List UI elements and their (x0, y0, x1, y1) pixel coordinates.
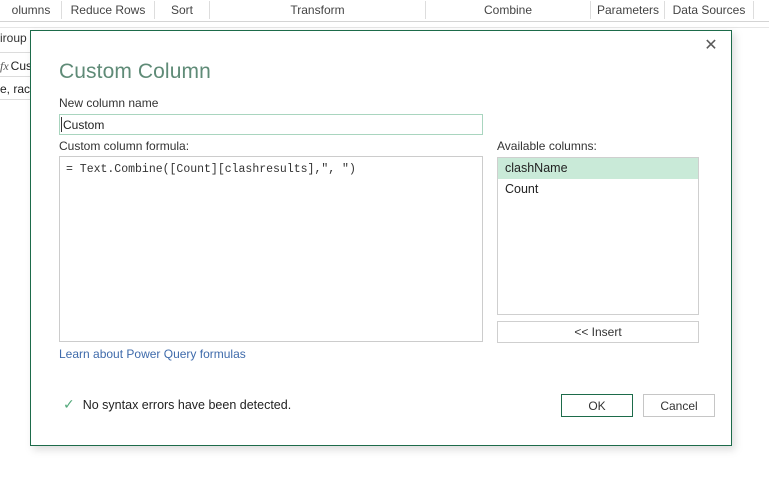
custom-column-formula-input[interactable] (59, 156, 483, 342)
ribbon-group-label: Sort (170, 3, 193, 17)
ribbon-separator (590, 1, 591, 19)
ribbon-group-columns[interactable]: olumns (0, 0, 62, 22)
cancel-button[interactable]: Cancel (643, 394, 715, 417)
available-columns-label: Available columns: (497, 139, 597, 153)
ribbon-separator (753, 1, 754, 19)
background-divider (0, 99, 34, 100)
ribbon-divider (0, 21, 769, 22)
insert-button[interactable]: << Insert (497, 321, 699, 343)
learn-power-query-formulas-link[interactable]: Learn about Power Query formulas (59, 347, 246, 361)
ribbon-group-sort[interactable]: Sort (155, 0, 209, 22)
app-root: olumns Reduce Rows Sort Transform Combin… (0, 0, 769, 500)
background-divider (0, 76, 34, 77)
list-item[interactable]: Count (498, 179, 698, 200)
custom-column-formula-label: Custom column formula: (59, 139, 190, 153)
ribbon-group-reduce-rows[interactable]: Reduce Rows (62, 0, 154, 22)
ribbon-separator (209, 1, 210, 19)
ribbon-group-combine[interactable]: Combine (426, 0, 590, 22)
list-item[interactable]: clashName (498, 158, 698, 179)
available-columns-list[interactable]: clashName Count (497, 157, 699, 315)
ribbon-group-label: Transform (290, 3, 345, 17)
ribbon-separator (61, 1, 62, 19)
ribbon: olumns Reduce Rows Sort Transform Combin… (0, 0, 769, 22)
ribbon-divider-secondary (0, 27, 769, 28)
ribbon-group-label: Reduce Rows (70, 3, 146, 17)
ribbon-group-parameters[interactable]: Parameters (591, 0, 665, 22)
ribbon-separator (154, 1, 155, 19)
ribbon-group-label: Parameters (596, 3, 660, 17)
close-icon[interactable]: ✕ (691, 31, 731, 59)
ribbon-group-label: olumns (11, 3, 51, 17)
check-icon: ✓ (63, 397, 75, 413)
applied-step-row[interactable]: fx Cus (0, 59, 32, 74)
ribbon-separator (664, 1, 665, 19)
new-column-name-input[interactable] (59, 114, 483, 135)
ribbon-group-label: Combine (483, 3, 533, 17)
status-message: ✓ No syntax errors have been detected. (63, 398, 291, 412)
ribbon-group-label: Data Sources (672, 3, 746, 17)
dialog-title: Custom Column (59, 60, 211, 83)
custom-column-dialog: ✕ Custom Column New column name Custom c… (30, 30, 732, 446)
ribbon-separator (425, 1, 426, 19)
background-divider (0, 52, 34, 53)
status-text: No syntax errors have been detected. (82, 398, 292, 412)
data-cell-text: e, rac (0, 82, 31, 96)
fx-icon: fx (0, 59, 9, 73)
data-cell-row[interactable]: e, rac (0, 82, 30, 96)
breadcrumb[interactable]: iroup (0, 31, 27, 45)
ribbon-group-transform[interactable]: Transform (210, 0, 425, 22)
new-column-name-label: New column name (59, 96, 159, 110)
text-cursor (61, 117, 62, 132)
ok-button[interactable]: OK (561, 394, 633, 417)
ribbon-group-data-sources[interactable]: Data Sources (665, 0, 753, 22)
applied-step-label: Cus (10, 59, 33, 73)
